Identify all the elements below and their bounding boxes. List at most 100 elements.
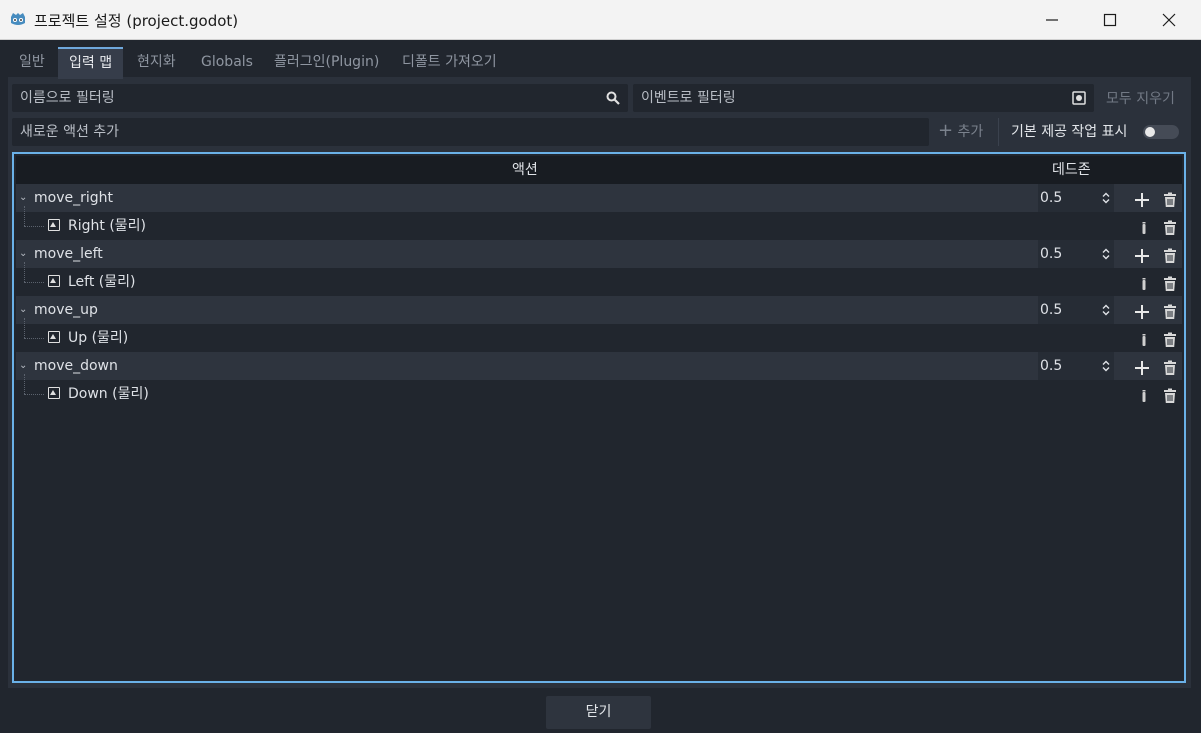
show-builtin-label: 기본 제공 작업 표시 bbox=[1011, 124, 1128, 140]
title-bar: 프로젝트 설정 (project.godot) bbox=[0, 0, 1201, 40]
plus-icon bbox=[1134, 305, 1150, 324]
spin-arrows-icon bbox=[1102, 304, 1110, 316]
add-event-button[interactable] bbox=[1134, 190, 1150, 207]
event-row[interactable]: Down (물리) bbox=[16, 374, 1182, 408]
remove-event-button[interactable] bbox=[1162, 218, 1178, 235]
new-action-placeholder: 새로운 액션 추가 bbox=[20, 124, 120, 140]
trash-icon bbox=[1162, 220, 1178, 240]
tab-bar: 일반 입력 맵 현지화 Globals 플러그인(Plugin) 디폴트 가져오… bbox=[8, 47, 1191, 79]
trash-icon bbox=[1162, 332, 1178, 352]
deadzone-spinbox[interactable]: 0.5 bbox=[1038, 352, 1114, 380]
edit-icon bbox=[1136, 222, 1152, 240]
tree-line bbox=[24, 374, 26, 394]
column-header-action: 액션 bbox=[512, 162, 538, 178]
edit-event-button[interactable] bbox=[1136, 330, 1152, 346]
keyboard-key-icon bbox=[48, 275, 60, 287]
close-icon bbox=[1162, 13, 1176, 27]
spin-arrows-icon bbox=[1102, 360, 1110, 372]
trash-icon bbox=[1162, 248, 1178, 268]
new-action-input[interactable]: 새로운 액션 추가 bbox=[12, 118, 929, 146]
window-title: 프로젝트 설정 (project.godot) bbox=[34, 12, 239, 30]
tab-input-map[interactable]: 입력 맵 bbox=[58, 47, 124, 79]
remove-event-button[interactable] bbox=[1162, 330, 1178, 347]
spin-arrows-icon bbox=[1102, 192, 1110, 204]
remove-action-button[interactable] bbox=[1162, 302, 1178, 319]
trash-icon bbox=[1162, 304, 1178, 324]
trash-icon bbox=[1162, 360, 1178, 380]
action-tree: 액션 데드존 ⌄ move_right 0.5 Right (물리) ⌄ move_lef… bbox=[12, 152, 1186, 683]
show-builtin-toggle[interactable] bbox=[1143, 125, 1179, 139]
filter-by-event-placeholder: 이벤트로 필터링 bbox=[641, 90, 736, 106]
tab-plugins[interactable]: 플러그인(Plugin) bbox=[263, 47, 390, 77]
action-name: move_right bbox=[34, 190, 113, 206]
minimize-icon bbox=[1046, 19, 1058, 21]
clear-all-button[interactable]: 모두 지우기 bbox=[1106, 85, 1175, 113]
event-row[interactable]: Left (물리) bbox=[16, 262, 1182, 296]
tree-line bbox=[24, 338, 44, 340]
remove-event-button[interactable] bbox=[1162, 386, 1178, 403]
deadzone-value: 0.5 bbox=[1040, 246, 1063, 262]
add-event-button[interactable] bbox=[1134, 246, 1150, 263]
tab-globals[interactable]: Globals bbox=[190, 47, 264, 77]
edit-event-button[interactable] bbox=[1136, 274, 1152, 290]
remove-action-button[interactable] bbox=[1162, 190, 1178, 207]
edit-event-button[interactable] bbox=[1136, 218, 1152, 234]
remove-event-button[interactable] bbox=[1162, 274, 1178, 291]
deadzone-value: 0.5 bbox=[1040, 358, 1063, 374]
add-event-button[interactable] bbox=[1134, 302, 1150, 319]
action-row[interactable]: ⌄ move_up 0.5 bbox=[16, 296, 1182, 324]
add-event-button[interactable] bbox=[1134, 358, 1150, 375]
action-name: move_left bbox=[34, 246, 103, 262]
tree-header: 액션 데드존 bbox=[16, 156, 1182, 184]
keyboard-key-icon bbox=[48, 331, 60, 343]
deadzone-spinbox[interactable]: 0.5 bbox=[1038, 240, 1114, 268]
trash-icon bbox=[1162, 276, 1178, 296]
keyboard-key-icon bbox=[48, 387, 60, 399]
deadzone-value: 0.5 bbox=[1040, 190, 1063, 206]
tab-localization[interactable]: 현지화 bbox=[126, 47, 187, 77]
action-row[interactable]: ⌄ move_right 0.5 bbox=[16, 184, 1182, 212]
tab-general[interactable]: 일반 bbox=[8, 47, 56, 77]
close-button[interactable]: 닫기 bbox=[546, 696, 651, 729]
event-row[interactable]: Right (물리) bbox=[16, 206, 1182, 240]
edit-event-button[interactable] bbox=[1136, 386, 1152, 402]
plus-icon bbox=[1134, 193, 1150, 212]
tree-line bbox=[24, 282, 44, 284]
event-name: Right (물리) bbox=[68, 218, 147, 234]
filter-by-name-placeholder: 이름으로 필터링 bbox=[20, 90, 115, 106]
event-row[interactable]: Up (물리) bbox=[16, 318, 1182, 352]
filter-by-event-input[interactable]: 이벤트로 필터링 bbox=[633, 84, 1094, 112]
deadzone-spinbox[interactable]: 0.5 bbox=[1038, 296, 1114, 324]
plus-icon: + bbox=[938, 120, 954, 141]
deadzone-value: 0.5 bbox=[1040, 302, 1063, 318]
tab-import-defaults[interactable]: 디폴트 가져오기 bbox=[391, 47, 508, 77]
trash-icon bbox=[1162, 388, 1178, 408]
close-window-button[interactable] bbox=[1140, 0, 1198, 39]
deadzone-spinbox[interactable]: 0.5 bbox=[1038, 184, 1114, 212]
plus-icon bbox=[1134, 361, 1150, 380]
maximize-button[interactable] bbox=[1081, 0, 1139, 39]
column-header-deadzone: 데드존 bbox=[1052, 162, 1091, 178]
tree-line bbox=[24, 262, 26, 282]
spin-arrows-icon bbox=[1102, 248, 1110, 260]
edit-icon bbox=[1136, 390, 1152, 408]
action-name: move_down bbox=[34, 358, 118, 374]
action-name: move_up bbox=[34, 302, 98, 318]
event-name: Left (물리) bbox=[68, 274, 136, 290]
edit-icon bbox=[1136, 278, 1152, 296]
tree-line bbox=[24, 318, 26, 338]
action-row[interactable]: ⌄ move_left 0.5 bbox=[16, 240, 1182, 268]
minimize-button[interactable] bbox=[1023, 0, 1081, 39]
event-name: Up (물리) bbox=[68, 330, 129, 346]
maximize-icon bbox=[1103, 13, 1117, 27]
filter-by-name-input[interactable]: 이름으로 필터링 bbox=[12, 84, 628, 112]
action-row[interactable]: ⌄ move_down 0.5 bbox=[16, 352, 1182, 380]
trash-icon bbox=[1162, 192, 1178, 212]
divider bbox=[998, 118, 999, 146]
tree-line bbox=[24, 394, 44, 396]
add-action-button[interactable]: + 추가 bbox=[938, 120, 983, 143]
plus-icon bbox=[1134, 249, 1150, 268]
remove-action-button[interactable] bbox=[1162, 246, 1178, 263]
remove-action-button[interactable] bbox=[1162, 358, 1178, 375]
tree-line bbox=[24, 206, 26, 226]
